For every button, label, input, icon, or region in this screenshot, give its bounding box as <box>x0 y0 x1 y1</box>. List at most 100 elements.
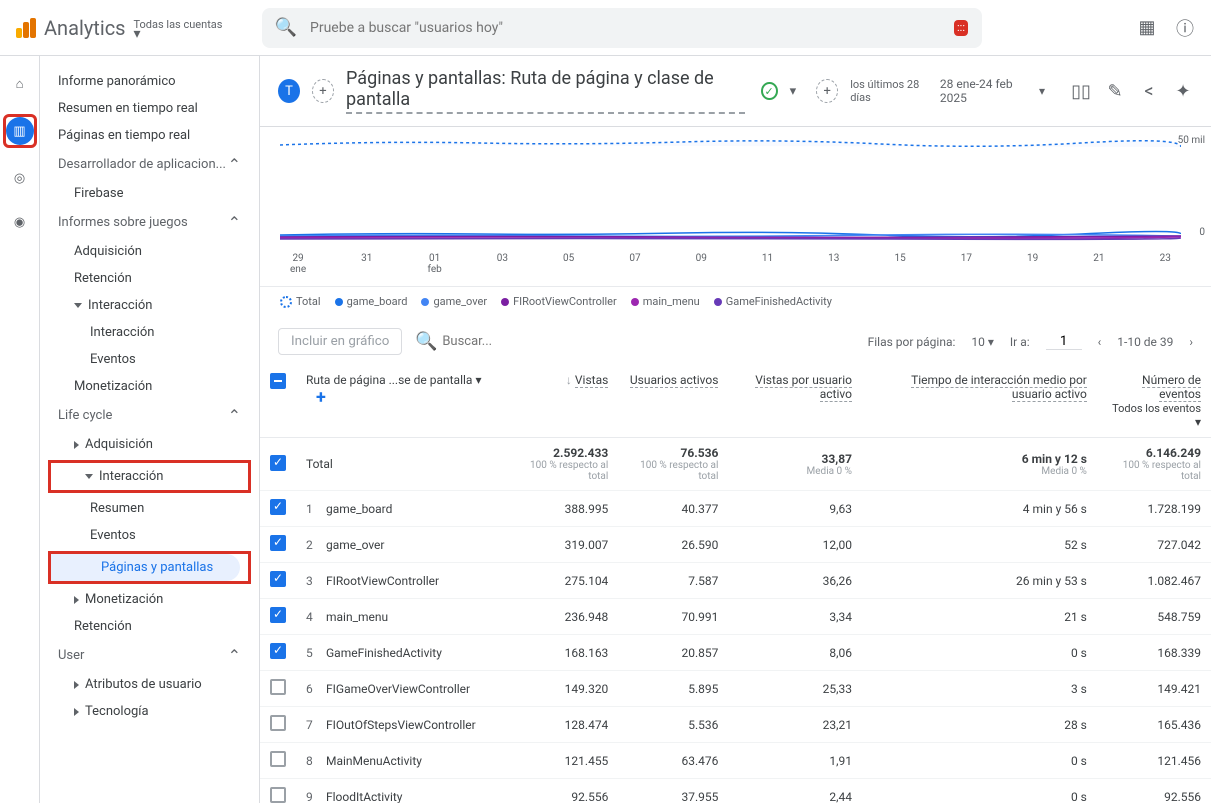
sidebar-item[interactable]: Interacción <box>51 463 248 490</box>
legend-item[interactable]: game_over <box>421 295 487 308</box>
filter-chip[interactable]: T <box>278 79 300 103</box>
row-checkbox[interactable] <box>270 715 286 731</box>
analytics-logo-icon <box>16 18 36 38</box>
row-checkbox[interactable] <box>270 607 286 623</box>
chevron-down-icon: ▾ <box>1039 84 1045 98</box>
sidebar-item[interactable]: Monetización <box>40 373 259 400</box>
sidebar-item[interactable]: Interacción <box>40 292 259 319</box>
goto-input[interactable] <box>1046 334 1082 350</box>
sidebar-item[interactable]: Informe panorámico <box>40 68 259 95</box>
legend-item[interactable]: game_board <box>335 295 408 308</box>
table-row[interactable]: 1game_board388.99540.3779,634 min y 56 s… <box>260 491 1211 527</box>
sidebar-item[interactable]: Páginas en tiempo real <box>40 122 259 149</box>
table-row[interactable]: 6FIGameOverViewController149.3205.89525,… <box>260 671 1211 707</box>
table-row[interactable]: 2game_over319.00726.59012,0052 s727.042 <box>260 527 1211 563</box>
table-row[interactable]: 5GameFinishedActivity168.16320.8578,060 … <box>260 635 1211 671</box>
table-search-input[interactable] <box>442 334 608 349</box>
col-events[interactable]: Número de eventosTodos los eventos ▾ <box>1097 365 1211 438</box>
x-tick: 19 <box>1027 253 1038 275</box>
add-filter-button[interactable]: + <box>312 79 334 103</box>
rail-home-icon[interactable]: ⌂ <box>6 70 34 98</box>
row-name: FIOutOfStepsViewController <box>326 718 476 732</box>
add-dimension-button[interactable]: + <box>316 387 326 408</box>
status-check-icon[interactable]: ✓ <box>761 82 778 100</box>
row-checkbox[interactable] <box>270 499 286 515</box>
row-checkbox[interactable] <box>270 571 286 587</box>
sidebar-item[interactable]: Atributos de usuario <box>40 671 259 698</box>
alert-badge-icon[interactable]: ::: <box>954 20 968 36</box>
legend-item[interactable]: Total <box>280 295 321 308</box>
row-checkbox[interactable] <box>270 535 286 551</box>
apps-icon[interactable]: ▦ <box>1137 18 1157 38</box>
select-all-checkbox[interactable] <box>270 373 286 389</box>
sidebar-item[interactable]: Monetización <box>40 586 259 613</box>
row-checkbox[interactable] <box>270 787 286 803</box>
sidebar-item[interactable]: Eventos <box>40 346 259 373</box>
search-input[interactable] <box>310 20 940 36</box>
col-users[interactable]: Usuarios activos <box>618 365 728 438</box>
table-row[interactable]: 3FIRootViewController275.1047.58736,2626… <box>260 563 1211 599</box>
chevron-down-icon[interactable]: ▾ <box>790 84 797 99</box>
rows-per-page-value[interactable]: 10 ▾ <box>971 335 994 349</box>
rail-reports-icon[interactable]: ▥ <box>6 117 34 145</box>
share-icon[interactable]: < <box>1139 81 1159 101</box>
chart-x-axis: 29 ene3101 feb0305070911131517192123 <box>280 251 1181 277</box>
sidebar-item[interactable]: Firebase <box>40 180 259 207</box>
product-name: Analytics <box>44 16 126 40</box>
highlight-reports: ▥ <box>3 114 37 148</box>
sort-down-icon: ↓ <box>566 373 572 387</box>
row-checkbox[interactable] <box>270 643 286 659</box>
account-selector[interactable]: Todas las cuentas ▾ <box>134 18 223 38</box>
include-in-chart-button[interactable]: Incluir en gráfico <box>278 328 402 355</box>
legend-item[interactable]: GameFinishedActivity <box>714 295 832 308</box>
pager-next-icon[interactable]: › <box>1189 335 1193 349</box>
sidebar-section-head[interactable]: Desarrollador de aplicacion...⌃ <box>40 149 259 180</box>
help-icon[interactable]: ⓘ <box>1175 18 1195 38</box>
sidebar-item[interactable]: Páginas y pantallas <box>51 554 240 581</box>
sidebar-item[interactable]: Adquisición <box>40 238 259 265</box>
rail-advertising-icon[interactable]: ◉ <box>6 208 34 236</box>
legend-item[interactable]: main_menu <box>631 295 700 308</box>
legend-item[interactable]: FIRootViewController <box>501 295 617 308</box>
x-tick: 13 <box>828 253 839 275</box>
sidebar-item[interactable]: Eventos <box>40 522 259 549</box>
col-vpu[interactable]: Vistas por usuario activo <box>728 365 862 438</box>
table-controls: Incluir en gráfico 🔍 Filas por página: 1… <box>260 318 1211 365</box>
sidebar-item[interactable]: Adquisición <box>40 431 259 458</box>
row-name: FIGameOverViewController <box>326 682 470 696</box>
table-row[interactable]: 9FloodItActivity92.55637.9552,440 s92.55… <box>260 779 1211 803</box>
table-scroll[interactable]: Ruta de página ...se de pantalla ▾ + ↓ V… <box>260 365 1211 803</box>
pager-prev-icon[interactable]: ‹ <box>1098 335 1102 349</box>
sidebar-item[interactable]: Retención <box>40 265 259 292</box>
sidebar-item[interactable]: Tecnología <box>40 698 259 725</box>
edit-icon[interactable]: ✎ <box>1105 81 1125 101</box>
rail-explore-icon[interactable]: ◎ <box>6 164 34 192</box>
rail-nav: ⌂ ▥ ◎ ◉ <box>0 56 40 803</box>
search-bar[interactable]: 🔍 ::: <box>262 8 982 48</box>
col-time[interactable]: Tiempo de interacción medio por usuario … <box>862 365 1097 438</box>
table-row[interactable]: 4main_menu236.94870.9913,3421 s548.759 <box>260 599 1211 635</box>
add-comparison-button[interactable]: + <box>816 79 838 103</box>
x-tick: 23 <box>1160 253 1171 275</box>
insights-icon[interactable]: ✦ <box>1173 81 1193 101</box>
table-row[interactable]: 8MainMenuActivity121.45563.4761,910 s121… <box>260 743 1211 779</box>
sidebar-section-head[interactable]: User⌃ <box>40 640 259 671</box>
page-header: T + Páginas y pantallas: Ruta de página … <box>260 56 1211 127</box>
sidebar-section-head[interactable]: Life cycle⌃ <box>40 400 259 431</box>
sidebar-item[interactable]: Resumen en tiempo real <box>40 95 259 122</box>
col-views[interactable]: ↓ Vistas <box>507 365 619 438</box>
row-checkbox[interactable] <box>270 455 286 471</box>
sidebar-item[interactable]: Resumen <box>40 495 259 522</box>
compare-icon[interactable]: ▯▯ <box>1071 81 1091 101</box>
row-checkbox[interactable] <box>270 679 286 695</box>
date-range-picker[interactable]: los últimos 28 días 28 ene-24 feb 2025 ▾ <box>850 77 1045 105</box>
total-row: Total2.592.433100 % respecto al total76.… <box>260 438 1211 491</box>
sidebar-section-head[interactable]: Informes sobre juegos⌃ <box>40 207 259 238</box>
logo[interactable]: Analytics Todas las cuentas ▾ <box>16 16 246 40</box>
table-row[interactable]: 7FIOutOfStepsViewController128.4745.5362… <box>260 707 1211 743</box>
dimension-header[interactable]: Ruta de página ...se de pantalla ▾ + <box>296 365 507 438</box>
sidebar-item[interactable]: Retención <box>40 613 259 640</box>
row-checkbox[interactable] <box>270 751 286 767</box>
sidebar-item[interactable]: Interacción <box>40 319 259 346</box>
table-search[interactable]: 🔍 <box>416 332 853 352</box>
